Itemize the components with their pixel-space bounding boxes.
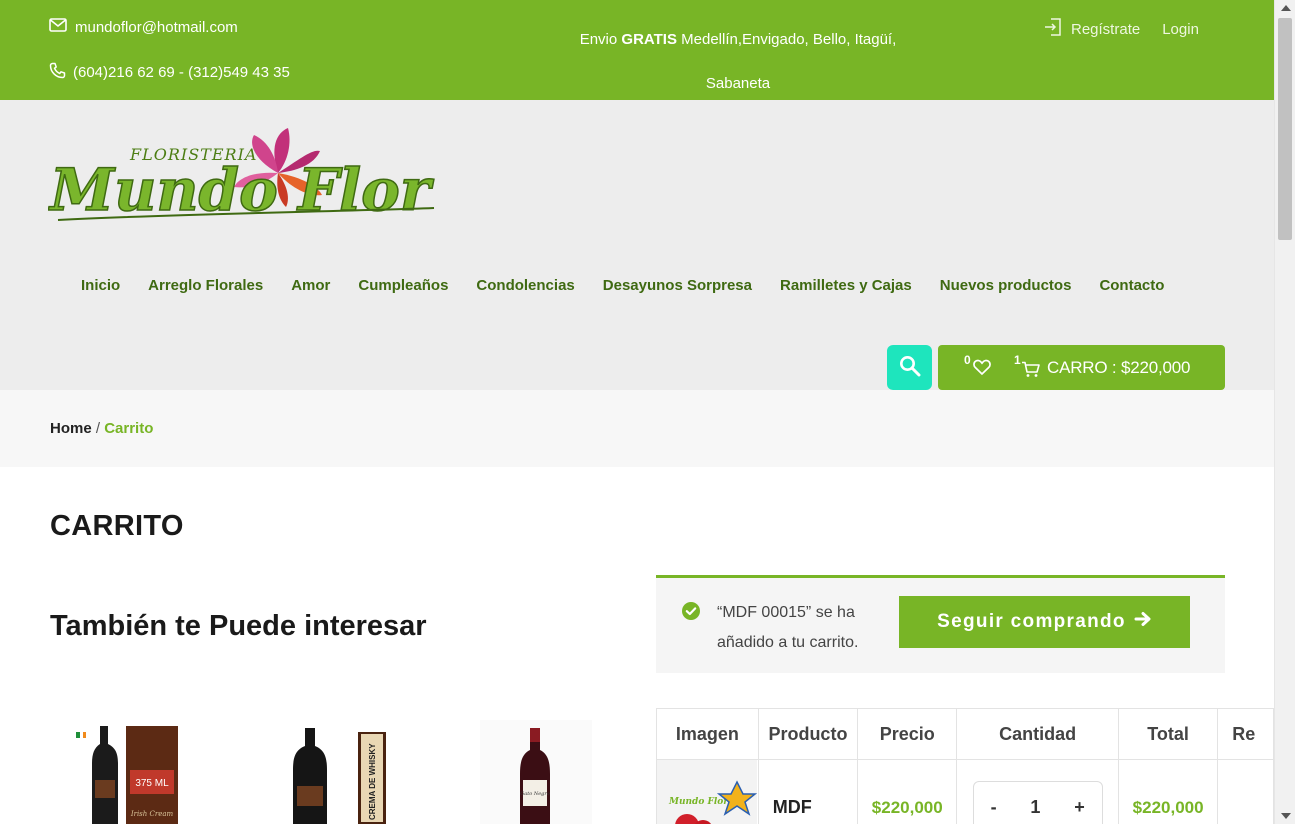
continue-shopping-button[interactable]: Seguir comprando	[899, 596, 1190, 648]
quantity-input[interactable]: 1	[1030, 797, 1040, 818]
related-products-title: También te Puede interesar	[50, 610, 427, 642]
nav-condolencias[interactable]: Condolencias	[462, 276, 588, 296]
shipping-cities-line2: Sabaneta	[705, 75, 771, 92]
product-total-value: $220,000	[1132, 798, 1204, 817]
email-text: mundoflor@hotmail.com	[75, 18, 238, 36]
quantity-decrease-button[interactable]: -	[991, 797, 997, 818]
shipping-cities: Medellín,Envigado, Bello, Itagüí,	[676, 31, 897, 48]
register-link[interactable]: Regístrate	[1043, 17, 1140, 41]
check-circle-icon	[682, 602, 700, 625]
col-producto: Producto	[757, 708, 859, 760]
shipping-prefix: Envio	[579, 31, 622, 48]
nav-arreglo-florales[interactable]: Arreglo Florales	[134, 276, 277, 296]
nav-inicio[interactable]: Inicio	[67, 276, 134, 296]
site-header: FLORISTERIA Mundo Flor Inicio Arreglo Fl…	[0, 100, 1274, 390]
wishlist-count: 0	[964, 353, 971, 367]
quantity-stepper: - 1 +	[972, 780, 1103, 824]
breadcrumb-separator: /	[91, 420, 105, 437]
product-total: $220,000	[1117, 759, 1219, 824]
arrow-right-icon	[1134, 611, 1152, 633]
nav-amor[interactable]: Amor	[277, 276, 344, 296]
related-product-1[interactable]: 375 ML Irish Cream	[70, 720, 182, 824]
table-row: Mundo Flor MDF $220,000 - 1 + $220,000	[656, 759, 1274, 824]
cart-table: Imagen Producto Precio Cantidad Total Re…	[656, 708, 1274, 824]
product-price: $220,000	[857, 759, 958, 824]
scroll-down-arrow[interactable]	[1281, 813, 1291, 819]
account-links: Regístrate Login	[1043, 17, 1199, 41]
svg-text:Mundo Flor: Mundo Flor	[668, 797, 729, 807]
product-quantity-cell: - 1 +	[956, 759, 1119, 824]
product-name[interactable]: MDF	[757, 759, 859, 824]
mail-icon	[49, 18, 67, 36]
cart-table-container: Imagen Producto Precio Cantidad Total Re…	[656, 708, 1274, 824]
continue-shopping-label: Seguir comprando	[937, 611, 1126, 632]
remove-item-cell[interactable]	[1217, 759, 1274, 824]
notice-message: “MDF 00015” se ha añadido a tu carrito.	[717, 604, 859, 651]
nav-contacto[interactable]: Contacto	[1085, 276, 1178, 296]
col-cantidad: Cantidad	[956, 708, 1119, 760]
scrollbar-thumb[interactable]	[1278, 18, 1292, 240]
search-icon	[899, 355, 921, 380]
top-bar: mundoflor@hotmail.com (604)216 62 69 - (…	[0, 0, 1274, 100]
shopping-cart-icon	[1021, 361, 1040, 383]
contact-email[interactable]: mundoflor@hotmail.com	[49, 18, 238, 36]
product-image[interactable]: Mundo Flor	[656, 759, 759, 824]
nav-desayunos-sorpresa[interactable]: Desayunos Sorpresa	[589, 276, 766, 296]
related-product-2[interactable]: CREMA DE WHISKY	[285, 720, 397, 824]
breadcrumb-current: Carrito	[104, 420, 154, 437]
site-logo[interactable]: FLORISTERIA Mundo Flor	[47, 128, 438, 240]
register-label: Regístrate	[1071, 20, 1141, 38]
col-remove: Re	[1217, 708, 1274, 760]
contact-phone[interactable]: (604)216 62 69 - (312)549 43 35	[49, 62, 290, 83]
cart-count: 1	[1014, 353, 1021, 367]
related-product-1-size: 375 ML	[135, 778, 169, 789]
scroll-up-arrow[interactable]	[1281, 5, 1291, 11]
phone-icon	[49, 62, 66, 83]
col-precio: Precio	[857, 708, 958, 760]
breadcrumb: Home / Carrito	[0, 390, 1274, 467]
free-shipping-notice: Envio GRATIS Medellín,Envigado, Bello, I…	[560, 18, 916, 106]
login-link[interactable]: Login	[1162, 21, 1199, 38]
heart-icon	[973, 359, 991, 381]
nav-cumpleanos[interactable]: Cumpleaños	[344, 276, 462, 296]
related-product-2-label: CREMA DE WHISKY	[368, 743, 377, 820]
col-total: Total	[1117, 708, 1219, 760]
nav-nuevos-productos[interactable]: Nuevos productos	[926, 276, 1086, 296]
nav-ramilletes-y-cajas[interactable]: Ramilletes y Cajas	[766, 276, 926, 296]
login-arrow-icon	[1043, 17, 1063, 41]
related-product-3[interactable]: Gato Negro	[480, 720, 592, 824]
cart-added-notice: “MDF 00015” se ha añadido a tu carrito. …	[656, 575, 1225, 673]
page-scrollbar[interactable]	[1274, 0, 1295, 824]
cart-summary-button[interactable]: 0 1 CARRO : $220,000	[938, 345, 1225, 390]
phone-text: (604)216 62 69 - (312)549 43 35	[73, 64, 290, 81]
quantity-increase-button[interactable]: +	[1074, 797, 1085, 818]
cart-total-label: CARRO : $220,000	[1047, 358, 1191, 377]
shipping-bold: GRATIS	[621, 31, 677, 48]
main-nav: Inicio Arreglo Florales Amor Cumpleaños …	[67, 276, 1178, 296]
breadcrumb-home[interactable]: Home	[50, 420, 92, 437]
product-price-value: $220,000	[871, 798, 943, 817]
search-button[interactable]	[887, 345, 932, 390]
cart-table-header-row: Imagen Producto Precio Cantidad Total Re	[656, 708, 1274, 760]
col-imagen: Imagen	[656, 708, 759, 760]
related-product-1-note: Irish Cream	[130, 810, 174, 818]
page-title: CARRITO	[50, 510, 184, 542]
related-product-3-label: Gato Negro	[520, 791, 550, 797]
